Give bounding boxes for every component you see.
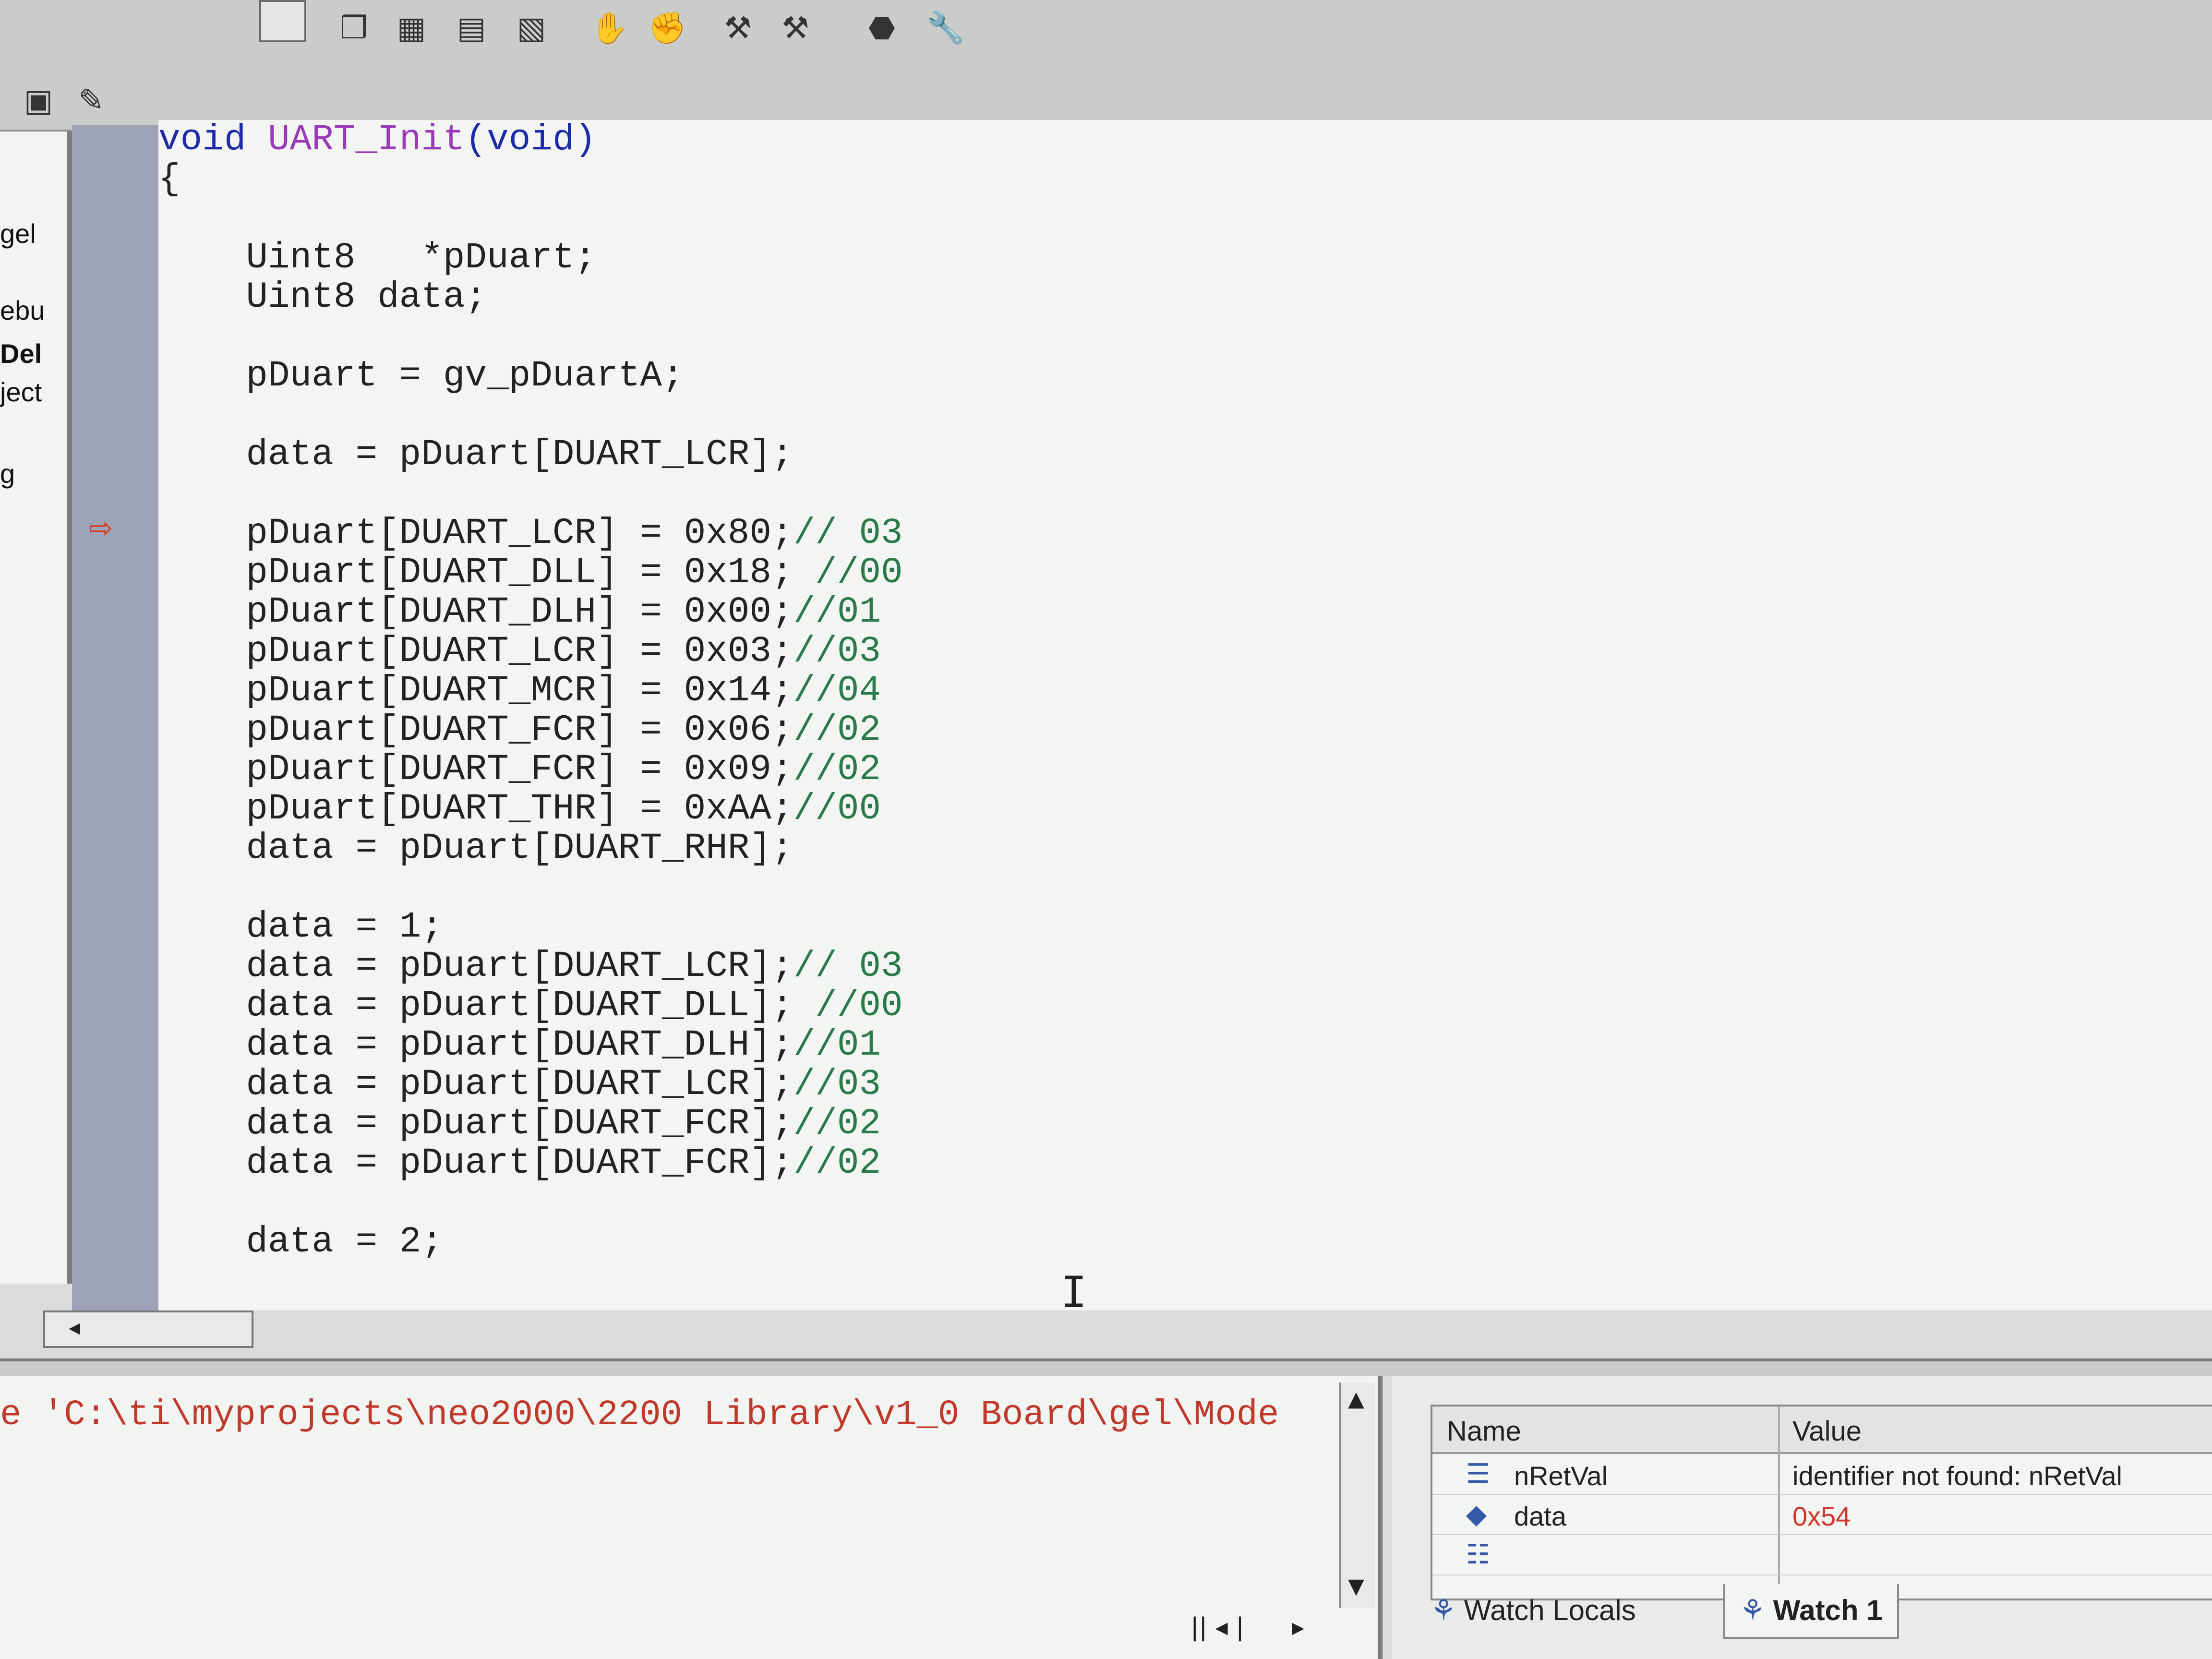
tab-watch-locals[interactable]: ⚘ Watch Locals — [1416, 1584, 1650, 1637]
toolbar-dropdown[interactable] — [259, 0, 306, 42]
pane-divider[interactable] — [0, 1358, 2212, 1376]
scroll-down-icon[interactable]: ▼ — [1339, 1570, 1373, 1603]
watch-variable-value[interactable]: identifier not found: nRetVal — [1792, 1460, 2122, 1491]
code-editor[interactable]: void UART_Init(void) { Uint8 *pDuart; Ui… — [158, 120, 2212, 1318]
code-comment: //01 — [793, 591, 881, 633]
watch-row[interactable]: ☷ — [1432, 1535, 2212, 1575]
code-line: data = pDuart[DUART_DLL]; //00 — [158, 985, 903, 1026]
wrench-icon[interactable]: 🔧 — [926, 11, 965, 46]
tab-watch-1[interactable]: ⚘ Watch 1 — [1723, 1584, 1899, 1639]
clear-icon[interactable]: ▧ — [514, 11, 549, 46]
code-comment: //01 — [793, 1024, 881, 1066]
code-comment: //02 — [793, 1103, 881, 1144]
output-horizontal-scrollbar[interactable]: || ◂ | ▸ — [1190, 1608, 1373, 1647]
project-pane: gel ebu Del ject g — [0, 132, 72, 1284]
project-tree-item[interactable]: ject — [0, 376, 42, 408]
watch-header: Name Value — [1432, 1407, 2212, 1454]
array-icon: ☰ — [1466, 1458, 1491, 1490]
watch-tabs: ⚘ Watch Locals ⚘ Watch 1 — [1416, 1584, 1992, 1647]
code-line: data = pDuart[DUART_RHR]; — [158, 828, 793, 869]
scroll-up-icon[interactable]: ▲ — [1339, 1382, 1373, 1416]
code-line: pDuart[DUART_THR] = 0xAA;//00 — [158, 788, 881, 830]
column-name[interactable]: Name — [1447, 1415, 1521, 1447]
code-line: pDuart[DUART_FCR] = 0x09;//02 — [158, 749, 881, 790]
grid-icon[interactable]: ▦ — [394, 11, 429, 46]
code-line: data = pDuart[DUART_FCR];//02 — [158, 1103, 881, 1144]
code-line: data = pDuart[DUART_FCR];//02 — [158, 1142, 881, 1184]
code-comment: //02 — [793, 709, 881, 751]
scroll-left-icon[interactable]: ◂ — [43, 1310, 106, 1344]
watch-table[interactable]: Name Value ☰ nRetVal identifier not found:… — [1431, 1405, 2212, 1600]
tab-label: Watch Locals — [1464, 1594, 1636, 1626]
table-icon[interactable]: ▤ — [454, 11, 489, 46]
output-message: e 'C:\ti\myprojects\neo2000\2200 Library… — [0, 1395, 1279, 1435]
watch-variable-name[interactable]: data — [1514, 1501, 1566, 1532]
code-line: pDuart[DUART_DLH] = 0x00;//01 — [158, 591, 881, 633]
program-counter-arrow-icon: ⇨ — [89, 511, 113, 545]
code-comment: //00 — [815, 985, 903, 1026]
code-line: pDuart[DUART_FCR] = 0x06;//02 — [158, 709, 881, 751]
code-line: data = 1; — [158, 906, 443, 948]
new-entry-icon: ☷ — [1466, 1539, 1491, 1570]
code-line: pDuart[DUART_MCR] = 0x14;//04 — [158, 670, 881, 711]
code-comment: //00 — [815, 552, 903, 593]
code-line: data = 2; — [158, 1221, 443, 1262]
code-line: { — [158, 158, 180, 200]
halt-hand-icon[interactable]: ✋ — [590, 11, 629, 46]
code-line: data = pDuart[DUART_LCR];// 03 — [158, 946, 903, 987]
variable-icon: ◆ — [1466, 1499, 1487, 1530]
watch-variable-name[interactable]: nRetVal — [1514, 1460, 1608, 1491]
code-comment: //04 — [793, 670, 881, 711]
code-lines: { Uint8 *pDuart; Uint8 data; pDuart = gv… — [158, 158, 903, 1262]
main-toolbar — [0, 0, 2212, 74]
code-comment: // 03 — [793, 946, 903, 987]
source-code[interactable]: void UART_Init(void) { Uint8 *pDuart; Ui… — [158, 120, 903, 1262]
code-line: pDuart = gv_pDuartA; — [158, 355, 684, 397]
code-comment: //02 — [793, 749, 881, 790]
code-line: data = pDuart[DUART_LCR]; — [158, 434, 793, 475]
run-icon[interactable]: ✊ — [648, 11, 686, 46]
code-comment: //03 — [793, 1064, 881, 1105]
text-cursor-icon: I — [1061, 1267, 1087, 1318]
code-line: pDuart[DUART_DLL] = 0x18; //00 — [158, 552, 903, 593]
glasses-icon: ⚘ — [1740, 1594, 1766, 1627]
code-comment: //02 — [793, 1142, 881, 1184]
project-tree-item[interactable]: ebu — [0, 295, 45, 326]
code-line: Uint8 *pDuart; — [158, 237, 597, 278]
code-line: data = pDuart[DUART_DLH];//01 — [158, 1024, 881, 1066]
output-pane[interactable]: e 'C:\ti\myprojects\neo2000\2200 Library… — [0, 1376, 1382, 1659]
stop-icon[interactable]: ⬣ — [864, 11, 900, 46]
function-name: UART_Init — [268, 119, 465, 160]
code-comment: // 03 — [793, 513, 903, 554]
code-line: data = pDuart[DUART_LCR];//03 — [158, 1064, 881, 1105]
code-comment: //03 — [793, 631, 881, 672]
monitor-icon[interactable]: ▣ — [19, 84, 58, 118]
project-tree-item[interactable]: Del — [0, 338, 42, 369]
column-value[interactable]: Value — [1792, 1415, 1862, 1447]
return-type: void — [158, 119, 246, 160]
project-tree-item[interactable]: gel — [0, 218, 36, 249]
layers-icon[interactable]: ❒ — [336, 11, 372, 46]
code-comment: //00 — [793, 788, 881, 830]
watch-row[interactable]: ☰ nRetVal identifier not found: nRetVal — [1432, 1455, 2212, 1495]
function-params: (void) — [465, 119, 597, 160]
code-line: Uint8 data; — [158, 276, 487, 318]
tab-label: Watch 1 — [1773, 1594, 1883, 1626]
watch-row[interactable]: ◆ data 0x54 — [1432, 1495, 2212, 1535]
step-icon[interactable]: ⚒ — [720, 11, 756, 46]
editor-gutter[interactable] — [72, 125, 158, 1310]
code-line: pDuart[DUART_LCR] = 0x03;//03 — [158, 631, 881, 672]
glasses-icon: ⚘ — [1431, 1594, 1456, 1627]
step-over-icon[interactable]: ⚒ — [778, 11, 813, 46]
code-line: pDuart[DUART_LCR] = 0x80;// 03 — [158, 513, 903, 554]
project-tree-item[interactable]: g — [0, 458, 15, 489]
watch-variable-value[interactable]: 0x54 — [1792, 1501, 1851, 1532]
edit-icon[interactable]: ✎ — [72, 84, 110, 118]
